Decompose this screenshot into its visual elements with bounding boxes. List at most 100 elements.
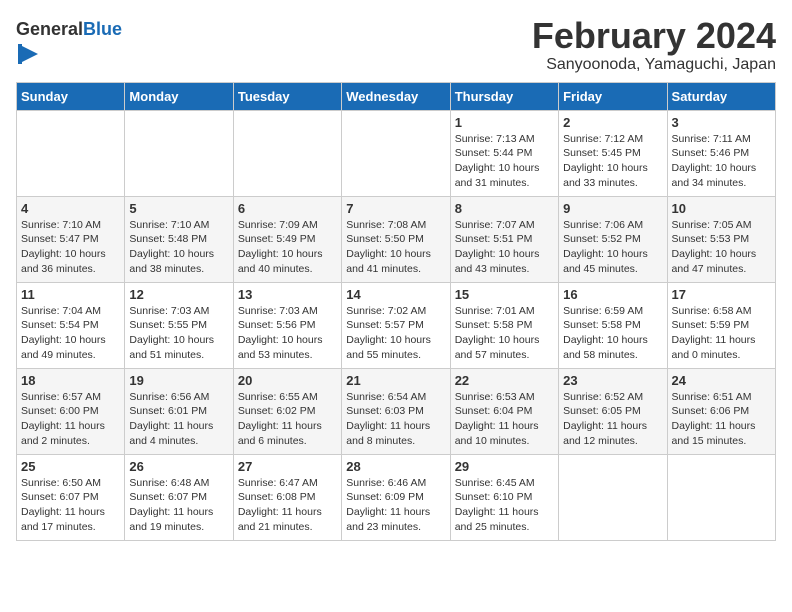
- day-number: 7: [346, 201, 445, 216]
- title-block: February 2024 Sanyoonoda, Yamaguchi, Jap…: [532, 16, 776, 74]
- day-number: 6: [238, 201, 337, 216]
- day-info: Sunrise: 6:58 AMSunset: 5:59 PMDaylight:…: [672, 304, 771, 363]
- calendar-cell: [667, 454, 775, 540]
- calendar-table: SundayMondayTuesdayWednesdayThursdayFrid…: [16, 82, 776, 541]
- calendar-week-row: 4 Sunrise: 7:10 AMSunset: 5:47 PMDaylight…: [17, 196, 776, 282]
- calendar-cell: 22 Sunrise: 6:53 AMSunset: 6:04 PMDayligh…: [450, 368, 558, 454]
- day-info: Sunrise: 6:45 AMSunset: 6:10 PMDaylight:…: [455, 476, 554, 535]
- calendar-cell: 27Sunrise: 6:47 AMSunset: 6:08 PMDayligh…: [233, 454, 341, 540]
- day-info: Sunrise: 7:12 AMSunset: 5:45 PMDaylight:…: [563, 132, 662, 191]
- day-number: 2: [563, 115, 662, 130]
- day-info: Sunrise: 6:56 AMSunset: 6:01 PMDaylight:…: [129, 390, 228, 449]
- day-number: 19: [129, 373, 228, 388]
- calendar-cell: 15 Sunrise: 7:01 AMSunset: 5:58 PMDayligh…: [450, 282, 558, 368]
- day-number: 15: [455, 287, 554, 302]
- calendar-cell: 16 Sunrise: 6:59 AMSunset: 5:58 PMDayligh…: [559, 282, 667, 368]
- day-info: Sunrise: 6:57 AMSunset: 6:00 PMDaylight:…: [21, 390, 120, 449]
- day-info: Sunrise: 6:53 AMSunset: 6:04 PMDaylight:…: [455, 390, 554, 449]
- calendar-cell: 1 Sunrise: 7:13 AMSunset: 5:44 PMDaylight…: [450, 110, 558, 196]
- day-number: 14: [346, 287, 445, 302]
- day-info: Sunrise: 6:59 AMSunset: 5:58 PMDaylight:…: [563, 304, 662, 363]
- day-info: Sunrise: 6:55 AMSunset: 6:02 PMDaylight:…: [238, 390, 337, 449]
- calendar-cell: 2 Sunrise: 7:12 AMSunset: 5:45 PMDaylight…: [559, 110, 667, 196]
- calendar-cell: 4 Sunrise: 7:10 AMSunset: 5:47 PMDaylight…: [17, 196, 125, 282]
- logo-blue-text: Blue: [83, 19, 122, 39]
- calendar-cell: 5Sunrise: 7:10 AMSunset: 5:48 PMDaylight…: [125, 196, 233, 282]
- day-info: Sunrise: 7:02 AMSunset: 5:57 PMDaylight:…: [346, 304, 445, 363]
- logo-icon: [18, 40, 46, 68]
- day-number: 21: [346, 373, 445, 388]
- calendar-cell: 9Sunrise: 7:06 AMSunset: 5:52 PMDaylight…: [559, 196, 667, 282]
- day-info: Sunrise: 7:05 AMSunset: 5:53 PMDaylight:…: [672, 218, 771, 277]
- day-info: Sunrise: 7:03 AMSunset: 5:56 PMDaylight:…: [238, 304, 337, 363]
- day-number: 4: [21, 201, 120, 216]
- month-title: February 2024: [532, 16, 776, 56]
- day-number: 13: [238, 287, 337, 302]
- calendar-week-row: 1 Sunrise: 7:13 AMSunset: 5:44 PMDaylight…: [17, 110, 776, 196]
- weekday-header-friday: Friday: [559, 82, 667, 110]
- calendar-cell: 11 Sunrise: 7:04 AMSunset: 5:54 PMDayligh…: [17, 282, 125, 368]
- calendar-cell: 14 Sunrise: 7:02 AMSunset: 5:57 PMDayligh…: [342, 282, 450, 368]
- calendar-cell: 3Sunrise: 7:11 AMSunset: 5:46 PMDaylight…: [667, 110, 775, 196]
- day-info: Sunrise: 6:52 AMSunset: 6:05 PMDaylight:…: [563, 390, 662, 449]
- day-number: 25: [21, 459, 120, 474]
- day-number: 8: [455, 201, 554, 216]
- day-number: 11: [21, 287, 120, 302]
- day-info: Sunrise: 7:06 AMSunset: 5:52 PMDaylight:…: [563, 218, 662, 277]
- calendar-cell: 20 Sunrise: 6:55 AMSunset: 6:02 PMDayligh…: [233, 368, 341, 454]
- day-info: Sunrise: 7:03 AMSunset: 5:55 PMDaylight:…: [129, 304, 228, 363]
- weekday-header-sunday: Sunday: [17, 82, 125, 110]
- day-number: 20: [238, 373, 337, 388]
- calendar-cell: [17, 110, 125, 196]
- day-number: 29: [455, 459, 554, 474]
- calendar-cell: 29 Sunrise: 6:45 AMSunset: 6:10 PMDayligh…: [450, 454, 558, 540]
- day-info: Sunrise: 7:13 AMSunset: 5:44 PMDaylight:…: [455, 132, 554, 191]
- day-number: 16: [563, 287, 662, 302]
- calendar-cell: 13 Sunrise: 7:03 AMSunset: 5:56 PMDayligh…: [233, 282, 341, 368]
- day-info: Sunrise: 6:50 AMSunset: 6:07 PMDaylight:…: [21, 476, 120, 535]
- day-info: Sunrise: 7:04 AMSunset: 5:54 PMDaylight:…: [21, 304, 120, 363]
- calendar-cell: 7 Sunrise: 7:08 AMSunset: 5:50 PMDaylight…: [342, 196, 450, 282]
- calendar-cell: [233, 110, 341, 196]
- day-number: 3: [672, 115, 771, 130]
- day-number: 28: [346, 459, 445, 474]
- logo: GeneralBlue: [16, 20, 122, 73]
- day-info: Sunrise: 6:47 AMSunset: 6:08 PMDaylight:…: [238, 476, 337, 535]
- calendar-cell: 24 Sunrise: 6:51 AMSunset: 6:06 PMDayligh…: [667, 368, 775, 454]
- day-info: Sunrise: 7:01 AMSunset: 5:58 PMDaylight:…: [455, 304, 554, 363]
- calendar-cell: 18Sunrise: 6:57 AMSunset: 6:00 PMDayligh…: [17, 368, 125, 454]
- calendar-cell: [559, 454, 667, 540]
- calendar-cell: 10 Sunrise: 7:05 AMSunset: 5:53 PMDayligh…: [667, 196, 775, 282]
- calendar-cell: 6 Sunrise: 7:09 AMSunset: 5:49 PMDaylight…: [233, 196, 341, 282]
- day-info: Sunrise: 7:07 AMSunset: 5:51 PMDaylight:…: [455, 218, 554, 277]
- day-number: 26: [129, 459, 228, 474]
- calendar-week-row: 18Sunrise: 6:57 AMSunset: 6:00 PMDayligh…: [17, 368, 776, 454]
- calendar-cell: 26 Sunrise: 6:48 AMSunset: 6:07 PMDayligh…: [125, 454, 233, 540]
- calendar-cell: 25 Sunrise: 6:50 AMSunset: 6:07 PMDayligh…: [17, 454, 125, 540]
- calendar-cell: 19 Sunrise: 6:56 AMSunset: 6:01 PMDayligh…: [125, 368, 233, 454]
- day-info: Sunrise: 6:51 AMSunset: 6:06 PMDaylight:…: [672, 390, 771, 449]
- day-info: Sunrise: 7:09 AMSunset: 5:49 PMDaylight:…: [238, 218, 337, 277]
- calendar-cell: 21 Sunrise: 6:54 AMSunset: 6:03 PMDayligh…: [342, 368, 450, 454]
- day-info: Sunrise: 6:48 AMSunset: 6:07 PMDaylight:…: [129, 476, 228, 535]
- calendar-week-row: 25 Sunrise: 6:50 AMSunset: 6:07 PMDayligh…: [17, 454, 776, 540]
- day-number: 5: [129, 201, 228, 216]
- day-number: 1: [455, 115, 554, 130]
- calendar-cell: 28 Sunrise: 6:46 AMSunset: 6:09 PMDayligh…: [342, 454, 450, 540]
- day-number: 23: [563, 373, 662, 388]
- logo-general-text: General: [16, 19, 83, 39]
- day-info: Sunrise: 7:08 AMSunset: 5:50 PMDaylight:…: [346, 218, 445, 277]
- day-number: 24: [672, 373, 771, 388]
- day-number: 17: [672, 287, 771, 302]
- calendar-cell: 12Sunrise: 7:03 AMSunset: 5:55 PMDayligh…: [125, 282, 233, 368]
- day-number: 10: [672, 201, 771, 216]
- calendar-cell: 17 Sunrise: 6:58 AMSunset: 5:59 PMDayligh…: [667, 282, 775, 368]
- weekday-header-tuesday: Tuesday: [233, 82, 341, 110]
- day-info: Sunrise: 6:54 AMSunset: 6:03 PMDaylight:…: [346, 390, 445, 449]
- calendar-cell: [342, 110, 450, 196]
- day-info: Sunrise: 6:46 AMSunset: 6:09 PMDaylight:…: [346, 476, 445, 535]
- day-number: 22: [455, 373, 554, 388]
- day-info: Sunrise: 7:10 AMSunset: 5:47 PMDaylight:…: [21, 218, 120, 277]
- weekday-header-saturday: Saturday: [667, 82, 775, 110]
- weekday-header-wednesday: Wednesday: [342, 82, 450, 110]
